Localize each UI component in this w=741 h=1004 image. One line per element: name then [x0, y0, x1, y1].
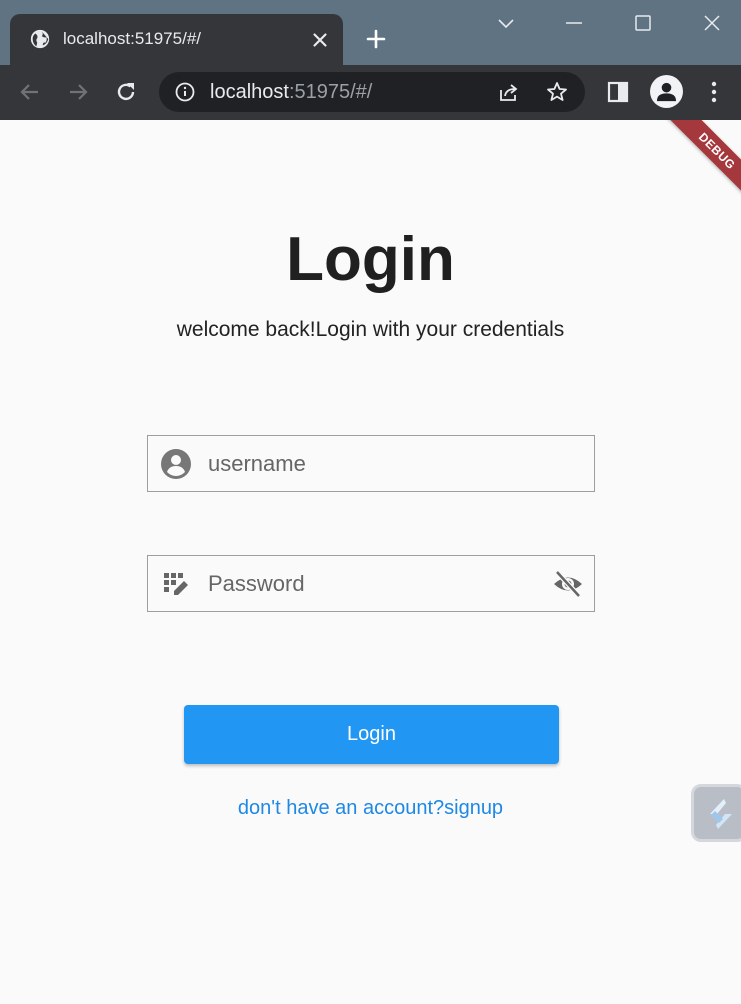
globe-icon [30, 29, 50, 49]
browser-tab[interactable]: localhost:51975/#/ [10, 14, 343, 65]
page-subtitle: welcome back!Login with your credentials [176, 318, 565, 341]
url-host: localhost [210, 81, 289, 103]
debug-banner: DEBUG [656, 120, 741, 212]
info-icon[interactable] [174, 81, 196, 103]
profile-icon[interactable] [650, 75, 683, 108]
kebab-menu-icon[interactable] [701, 79, 727, 105]
plus-icon[interactable] [364, 27, 388, 51]
side-panel-icon[interactable] [605, 79, 631, 105]
password-keypad-icon [164, 573, 188, 595]
chevron-down-icon[interactable] [493, 10, 519, 36]
page-title: Login [286, 225, 455, 294]
floating-widget-icon [710, 799, 732, 829]
close-icon[interactable] [309, 29, 331, 51]
app-page: DEBUG Login welcome back!Login with your… [0, 120, 741, 1004]
eye-off-icon[interactable] [552, 569, 584, 599]
password-field[interactable] [147, 555, 595, 612]
star-icon[interactable] [545, 80, 569, 104]
maximize-icon[interactable] [630, 10, 656, 36]
reload-icon[interactable] [113, 79, 139, 105]
password-input[interactable] [206, 556, 530, 612]
account-circle-icon [161, 449, 191, 479]
login-button[interactable]: Login [184, 705, 559, 764]
forward-arrow-icon[interactable] [65, 79, 91, 105]
minimize-icon[interactable] [561, 10, 587, 36]
url-path: :51975/#/ [288, 81, 373, 103]
username-input[interactable] [206, 436, 530, 492]
username-field[interactable] [147, 435, 595, 492]
browser-tabstrip: localhost:51975/#/ [0, 0, 741, 65]
floating-widget[interactable] [691, 784, 741, 842]
back-arrow-icon[interactable] [17, 79, 43, 105]
address-bar[interactable]: localhost:51975/#/ [159, 72, 585, 112]
share-icon[interactable] [497, 80, 521, 104]
window-close-icon[interactable] [699, 10, 725, 36]
url-text: localhost:51975/#/ [210, 81, 372, 104]
tab-title: localhost:51975/#/ [63, 29, 201, 48]
signup-link[interactable]: don't have an account?signup [0, 797, 741, 820]
browser-toolbar: localhost:51975/#/ [0, 65, 741, 120]
